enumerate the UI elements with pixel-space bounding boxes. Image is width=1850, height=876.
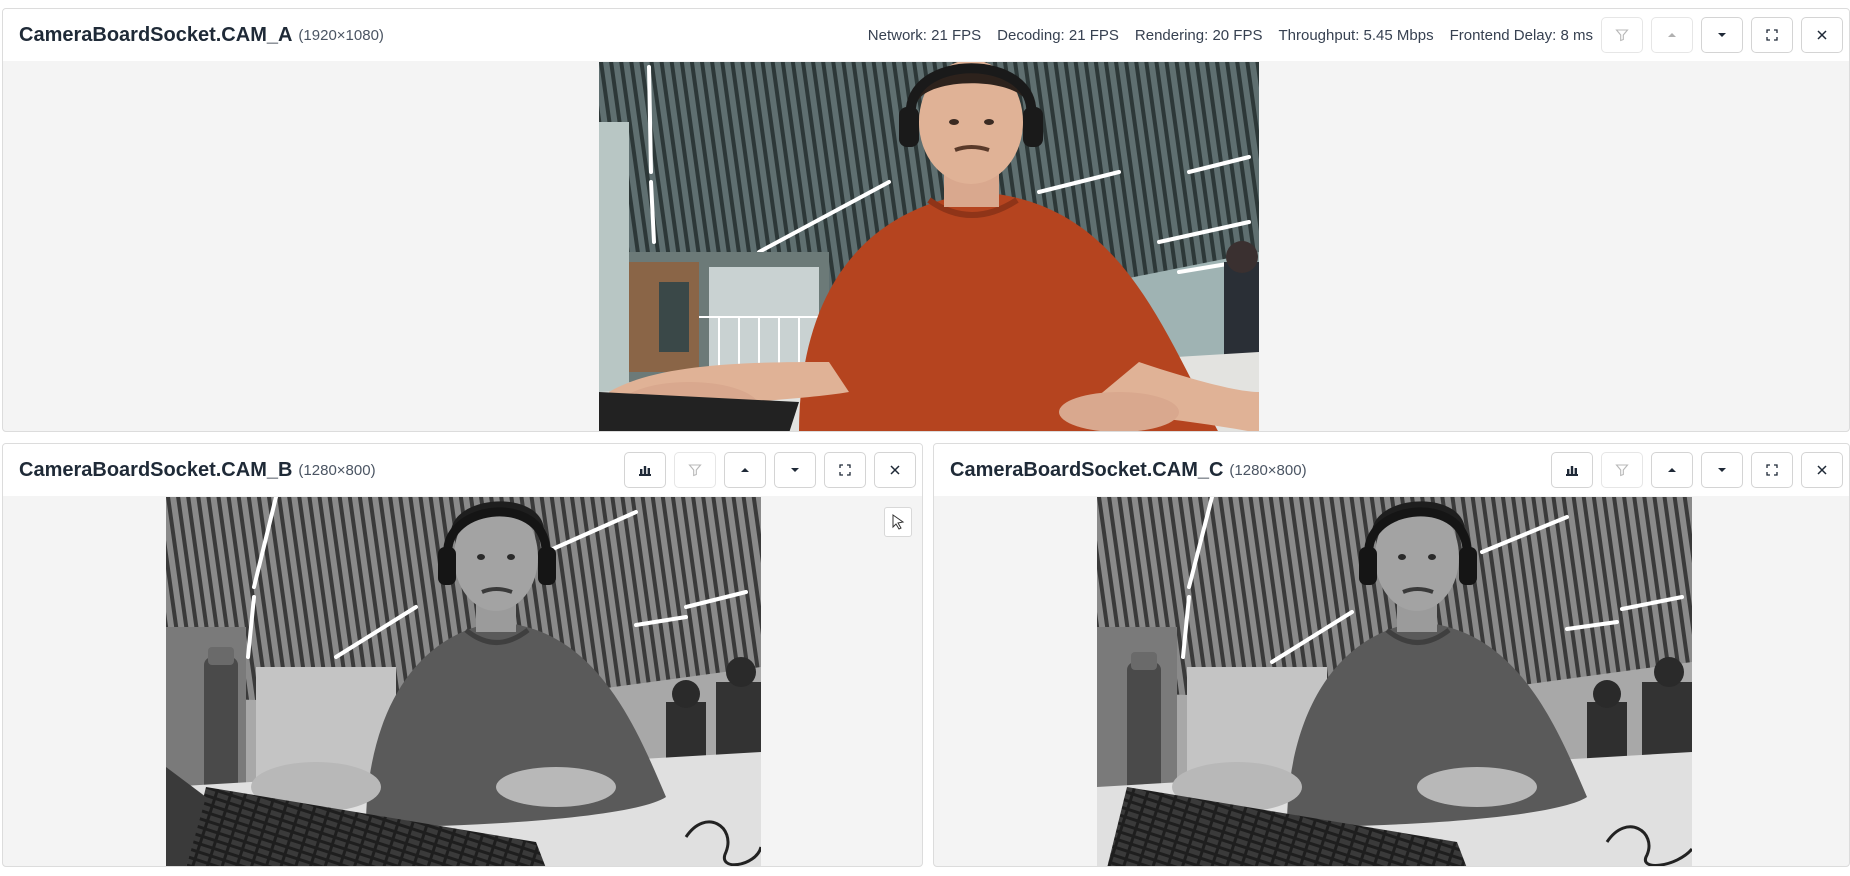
close-button[interactable] — [1801, 452, 1843, 488]
stat-decoding: Decoding: 21 FPS — [997, 26, 1119, 44]
chevron-down-icon — [1718, 468, 1726, 472]
filter-button[interactable] — [1601, 17, 1643, 53]
stat-throughput: Throughput: 5.45 Mbps — [1278, 26, 1434, 44]
close-button[interactable] — [874, 452, 916, 488]
filter-icon — [1615, 464, 1629, 477]
fullscreen-icon — [839, 464, 851, 476]
move-down-button[interactable] — [774, 452, 816, 488]
stat-rendering: Rendering: 20 FPS — [1134, 26, 1263, 44]
pointer-icon — [892, 514, 905, 530]
camera-panel-cam-b: CameraBoardSocket.CAM_B (1280×800) — [2, 443, 923, 867]
stats-chart-icon — [639, 466, 651, 476]
chevron-up-icon — [1668, 33, 1676, 37]
filter-button[interactable] — [674, 452, 716, 488]
stats-toggle-button[interactable] — [624, 452, 666, 488]
filter-icon — [1615, 29, 1629, 42]
fullscreen-icon — [1766, 464, 1778, 476]
fullscreen-button[interactable] — [1751, 452, 1793, 488]
close-icon — [1817, 30, 1827, 40]
camera-header-cam-c: CameraBoardSocket.CAM_C (1280×800) — [934, 444, 1849, 496]
camera-feed-cam-a — [599, 62, 1259, 431]
camera-feed-cam-c — [1097, 497, 1692, 866]
camera-title: CameraBoardSocket.CAM_B — [19, 458, 293, 481]
stat-frontend-delay: Frontend Delay: 8 ms — [1449, 26, 1593, 44]
camera-panel-cam-c: CameraBoardSocket.CAM_C (1280×800) — [933, 443, 1850, 867]
camera-resolution: (1280×800) — [1229, 461, 1307, 479]
camera-header-cam-b: CameraBoardSocket.CAM_B (1280×800) — [3, 444, 922, 496]
move-up-button[interactable] — [1651, 17, 1693, 53]
stats-chart-icon — [1566, 466, 1578, 476]
chevron-up-icon — [741, 468, 749, 472]
camera-header-cam-a: CameraBoardSocket.CAM_A (1920×1080) Netw… — [3, 9, 1849, 61]
close-icon — [890, 465, 900, 475]
camera-title: CameraBoardSocket.CAM_A — [19, 23, 293, 46]
camera-feed-cam-b — [166, 497, 761, 866]
chevron-down-icon — [791, 468, 799, 472]
move-down-button[interactable] — [1701, 17, 1743, 53]
stats-toggle-button[interactable] — [1551, 452, 1593, 488]
move-down-button[interactable] — [1701, 452, 1743, 488]
chevron-down-icon — [1718, 33, 1726, 37]
filter-icon — [688, 464, 702, 477]
fullscreen-button[interactable] — [1751, 17, 1793, 53]
camera-resolution: (1920×1080) — [298, 26, 384, 44]
fullscreen-icon — [1766, 29, 1778, 41]
move-up-button[interactable] — [724, 452, 766, 488]
camera-panel-cam-a: CameraBoardSocket.CAM_A (1920×1080) Netw… — [2, 8, 1850, 432]
chevron-up-icon — [1668, 468, 1676, 472]
stat-network: Network: 21 FPS — [867, 26, 982, 44]
cursor-overlay — [884, 507, 912, 537]
filter-button[interactable] — [1601, 452, 1643, 488]
close-icon — [1817, 465, 1827, 475]
camera-title: CameraBoardSocket.CAM_C — [950, 458, 1224, 481]
move-up-button[interactable] — [1651, 452, 1693, 488]
camera-resolution: (1280×800) — [298, 461, 376, 479]
close-button[interactable] — [1801, 17, 1843, 53]
stream-stats: Network: 21 FPS Decoding: 21 FPS Renderi… — [868, 27, 1593, 44]
fullscreen-button[interactable] — [824, 452, 866, 488]
